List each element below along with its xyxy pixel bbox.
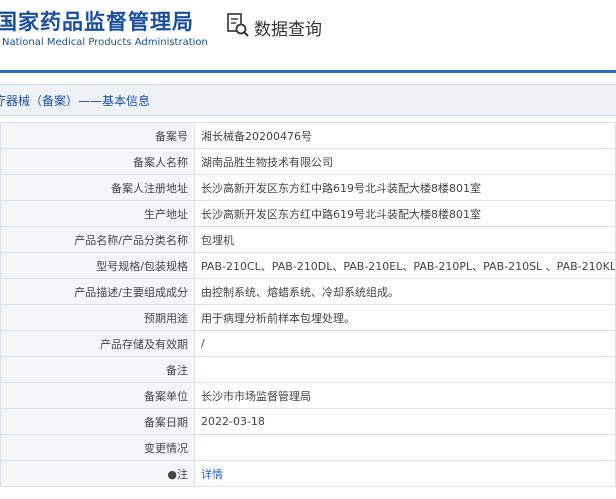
field-value: PAB-210CL、PAB-210DL、PAB-210EL、PAB-210PL、… xyxy=(194,252,616,279)
data-query-link[interactable]: 数据查询 xyxy=(226,12,322,42)
field-label: 型号规格/包装规格 xyxy=(0,252,195,279)
field-value: 用于病理分析前样本包埋处理。 xyxy=(194,304,616,331)
field-value xyxy=(194,434,616,461)
field-label: 备案单位 xyxy=(0,382,195,409)
section-title: 疗器械（备案）——基本信息 xyxy=(0,94,151,108)
field-label: 备案人名称 xyxy=(0,148,195,175)
table-row: 产品名称/产品分类名称 包埋机 xyxy=(0,226,616,253)
table-row: 产品存储及有效期 / xyxy=(0,330,616,357)
field-label: 产品名称/产品分类名称 xyxy=(0,226,195,253)
data-query-label: 数据查询 xyxy=(254,19,322,40)
field-value xyxy=(194,356,616,383)
field-value: 2022-03-18 xyxy=(194,408,616,435)
field-value: 由控制系统、熔蜡系统、冷却系统组成。 xyxy=(194,278,616,305)
table-row: 备案日期 2022-03-18 xyxy=(0,408,616,435)
section-header: 疗器械（备案）——基本信息 xyxy=(0,84,616,116)
field-value: 详情 xyxy=(194,460,616,487)
record-detail-table: 备案号 湘长械备20200476号 备案人名称 湖南品胜生物技术有限公司 备案人注册… xyxy=(0,122,616,487)
site-header: 国家药品监督管理局 National Medical Products Admi… xyxy=(0,0,616,70)
field-value: 长沙高新开发区东方红中路619号北斗装配大楼8楼801室 xyxy=(194,200,616,227)
field-value: 长沙高新开发区东方红中路619号北斗装配大楼8楼801室 xyxy=(194,174,616,201)
table-row: 生产地址 长沙高新开发区东方红中路619号北斗装配大楼8楼801室 xyxy=(0,200,616,227)
field-label: 预期用途 xyxy=(0,304,195,331)
table-row: 备案人注册地址 长沙高新开发区东方红中路619号北斗装配大楼8楼801室 xyxy=(0,174,616,201)
field-label: 产品描述/主要组成成分 xyxy=(0,278,195,305)
field-label: 备案日期 xyxy=(0,408,195,435)
table-row: 备案单位 长沙市市场监督管理局 xyxy=(0,382,616,409)
table-row: 变更情况 xyxy=(0,434,616,461)
table-row: 型号规格/包装规格 PAB-210CL、PAB-210DL、PAB-210EL、P… xyxy=(0,252,616,279)
field-label: 备案号 xyxy=(0,122,195,149)
table-row: ●注 详情 xyxy=(0,460,616,487)
field-label: 产品存储及有效期 xyxy=(0,330,195,357)
site-logo-title[interactable]: 国家药品监督管理局 xyxy=(0,6,194,36)
table-row: 备注 xyxy=(0,356,616,383)
field-value: / xyxy=(194,330,616,357)
search-document-icon xyxy=(226,12,250,42)
table-row: 备案号 湘长械备20200476号 xyxy=(0,122,616,149)
field-label: 备案人注册地址 xyxy=(0,174,195,201)
field-value: 长沙市市场监督管理局 xyxy=(194,382,616,409)
field-label: 生产地址 xyxy=(0,200,195,227)
field-label: ●注 xyxy=(0,460,195,487)
table-row: 备案人名称 湖南品胜生物技术有限公司 xyxy=(0,148,616,175)
field-value: 包埋机 xyxy=(194,226,616,253)
header-divider xyxy=(0,70,616,73)
field-value: 湖南品胜生物技术有限公司 xyxy=(194,148,616,175)
field-value: 湘长械备20200476号 xyxy=(194,122,616,149)
table-row: 产品描述/主要组成成分 由控制系统、熔蜡系统、冷却系统组成。 xyxy=(0,278,616,305)
field-label: 备注 xyxy=(0,356,195,383)
site-logo-subtitle: National Medical Products Administration xyxy=(2,37,208,48)
field-label: 变更情况 xyxy=(0,434,195,461)
table-row: 预期用途 用于病理分析前样本包埋处理。 xyxy=(0,304,616,331)
details-link[interactable]: 详情 xyxy=(201,468,223,481)
